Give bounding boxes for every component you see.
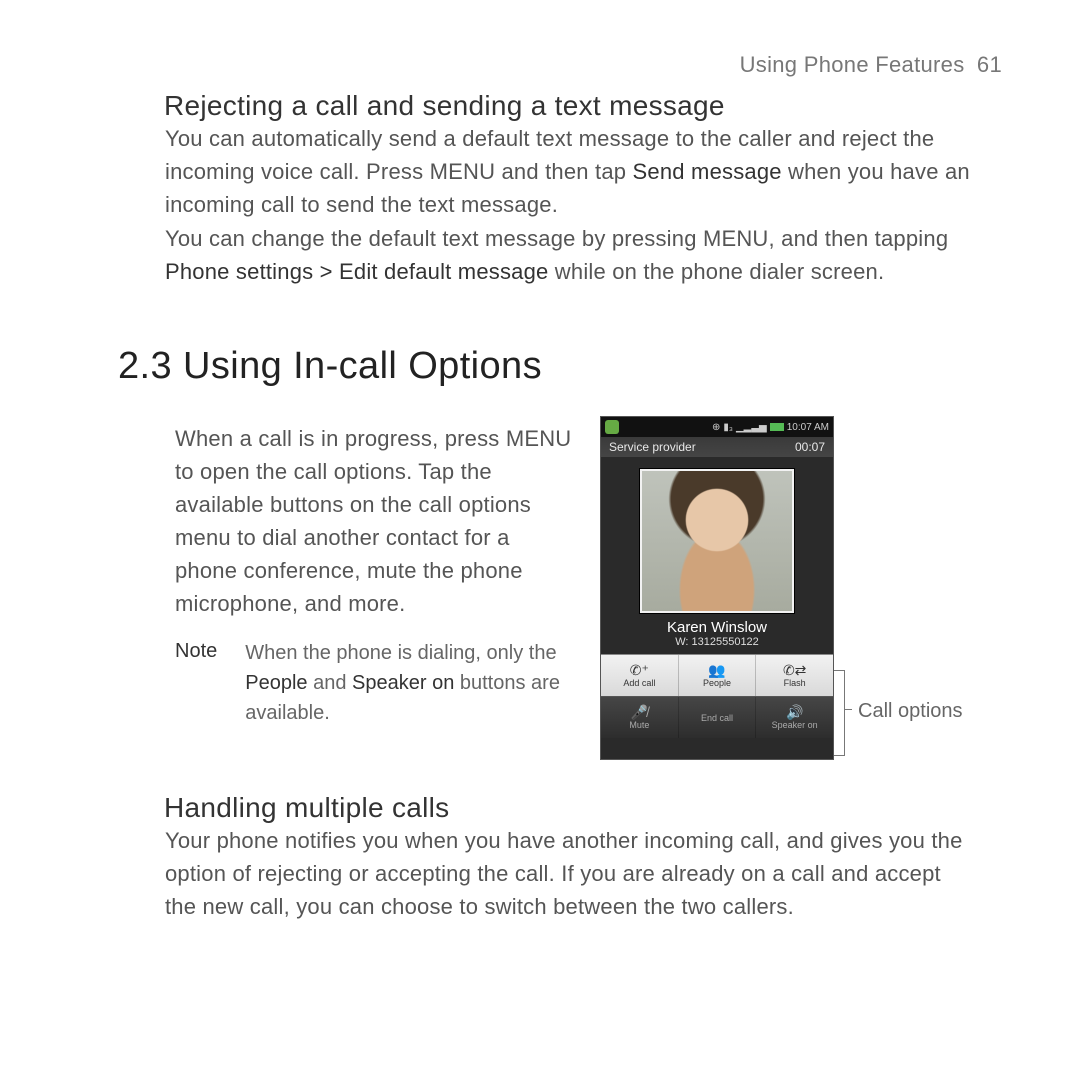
gps-icon: ⊕ — [712, 422, 720, 433]
mute-button[interactable]: 🎤̸Mute — [601, 697, 679, 738]
callout-bracket — [834, 670, 845, 756]
mute-icon: 🎤̸ — [631, 705, 648, 719]
heading-2-3: 2.3 Using In-call Options — [118, 345, 542, 388]
phone-screenshot: ⊕ ▮₃ ▁▂▃▅ 10:07 AM Service provider 00:0… — [600, 416, 834, 760]
paragraph-multiple-calls: Your phone notifies you when you have an… — [165, 824, 965, 923]
note-label: Note — [175, 638, 217, 728]
status-time: 10:07 AM — [787, 422, 829, 433]
paragraph-reject-2: You can change the default text message … — [165, 222, 995, 288]
note-block: Note When the phone is dialing, only the… — [175, 638, 575, 728]
end-call-button[interactable]: End call — [679, 697, 757, 738]
people-icon: 👥 — [708, 663, 725, 677]
add-call-button[interactable]: ✆⁺Add call — [601, 655, 679, 696]
note-text: When the phone is dialing, only the Peop… — [245, 638, 575, 728]
caller-name: Karen Winslow — [601, 619, 833, 636]
signal-icon: ▁▂▃▅ — [736, 422, 767, 433]
speaker-button[interactable]: 🔊Speaker on — [756, 697, 833, 738]
add-call-icon: ✆⁺ — [630, 663, 649, 677]
heading-multiple-calls: Handling multiple calls — [164, 792, 449, 824]
call-options-panel: ✆⁺Add call 👥People ✆⇄Flash 🎤̸Mute End ca… — [601, 654, 833, 738]
caller-photo — [640, 469, 794, 613]
caller-number: W: 13125550122 — [601, 636, 833, 654]
paragraph-incall: When a call is in progress, press MENU t… — [175, 422, 575, 620]
chapter-title: Using Phone Features — [740, 52, 965, 77]
flash-icon: ✆⇄ — [783, 663, 806, 677]
speaker-icon: 🔊 — [786, 705, 803, 719]
manual-page: { "running_head": { "title": "Using Phon… — [0, 0, 1080, 1080]
provider-row: Service provider 00:07 — [601, 437, 833, 457]
heading-reject-call: Rejecting a call and sending a text mess… — [164, 90, 725, 122]
status-bar: ⊕ ▮₃ ▁▂▃▅ 10:07 AM — [601, 417, 833, 437]
provider-label: Service provider — [609, 440, 696, 454]
paragraph-reject-1: You can automatically send a default tex… — [165, 122, 985, 221]
people-button[interactable]: 👥People — [679, 655, 757, 696]
callout-label: Call options — [858, 700, 963, 723]
page-number: 61 — [977, 52, 1002, 77]
battery-icon — [770, 423, 784, 431]
running-header: Using Phone Features 61 — [740, 52, 1002, 78]
network-icon: ▮₃ — [723, 422, 733, 433]
home-icon — [605, 420, 619, 434]
call-elapsed: 00:07 — [795, 440, 825, 454]
flash-button[interactable]: ✆⇄Flash — [756, 655, 833, 696]
